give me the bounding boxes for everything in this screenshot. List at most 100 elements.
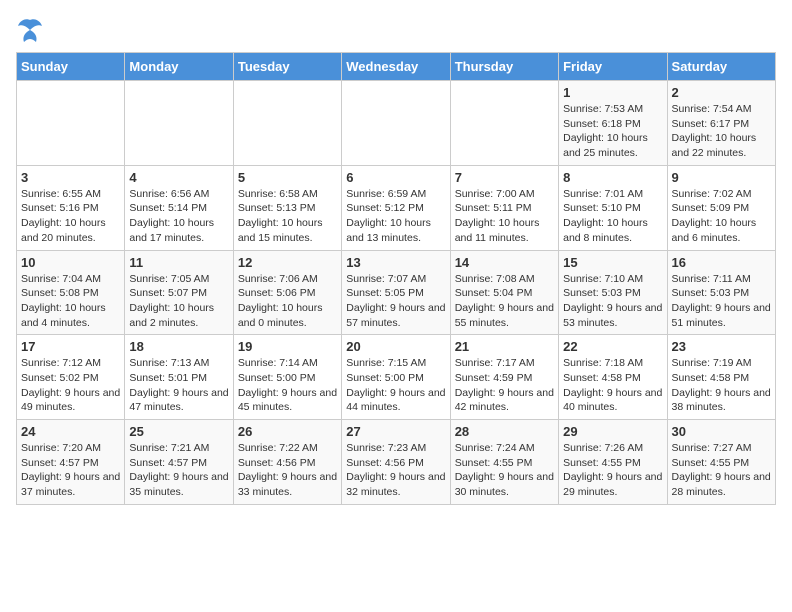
calendar-cell: 3Sunrise: 6:55 AM Sunset: 5:16 PM Daylig… <box>17 165 125 250</box>
day-info: Sunrise: 7:00 AM Sunset: 5:11 PM Dayligh… <box>455 187 554 246</box>
day-info: Sunrise: 7:10 AM Sunset: 5:03 PM Dayligh… <box>563 272 662 331</box>
calendar-cell <box>450 81 558 166</box>
day-number: 2 <box>672 85 771 100</box>
day-number: 6 <box>346 170 445 185</box>
weekday-header-row: SundayMondayTuesdayWednesdayThursdayFrid… <box>17 53 776 81</box>
day-info: Sunrise: 6:58 AM Sunset: 5:13 PM Dayligh… <box>238 187 337 246</box>
day-number: 8 <box>563 170 662 185</box>
day-number: 10 <box>21 255 120 270</box>
logo-icon <box>16 16 44 44</box>
calendar-week-1: 1Sunrise: 7:53 AM Sunset: 6:18 PM Daylig… <box>17 81 776 166</box>
day-number: 29 <box>563 424 662 439</box>
calendar-cell: 7 Sunrise: 7:00 AM Sunset: 5:11 PM Daylig… <box>450 165 558 250</box>
calendar-cell: 28 Sunrise: 7:24 AM Sunset: 4:55 PM Dayli… <box>450 420 558 505</box>
calendar-cell: 23 Sunrise: 7:19 AM Sunset: 4:58 PM Dayli… <box>667 335 775 420</box>
day-info: Sunrise: 7:20 AM Sunset: 4:57 PM Dayligh… <box>21 441 120 500</box>
calendar-week-3: 10 Sunrise: 7:04 AM Sunset: 5:08 PM Dayli… <box>17 250 776 335</box>
day-info: Sunrise: 7:11 AM Sunset: 5:03 PM Dayligh… <box>672 272 771 331</box>
calendar-cell: 17 Sunrise: 7:12 AM Sunset: 5:02 PM Dayli… <box>17 335 125 420</box>
day-info: Sunrise: 7:07 AM Sunset: 5:05 PM Dayligh… <box>346 272 445 331</box>
weekday-header-wednesday: Wednesday <box>342 53 450 81</box>
calendar-cell: 5 Sunrise: 6:58 AM Sunset: 5:13 PM Daylig… <box>233 165 341 250</box>
day-number: 23 <box>672 339 771 354</box>
calendar-cell <box>233 81 341 166</box>
day-number: 30 <box>672 424 771 439</box>
day-info: Sunrise: 7:14 AM Sunset: 5:00 PM Dayligh… <box>238 356 337 415</box>
calendar-week-5: 24 Sunrise: 7:20 AM Sunset: 4:57 PM Dayli… <box>17 420 776 505</box>
day-info: Sunrise: 7:02 AM Sunset: 5:09 PM Dayligh… <box>672 187 771 246</box>
calendar-cell: 4 Sunrise: 6:56 AM Sunset: 5:14 PM Daylig… <box>125 165 233 250</box>
calendar-cell: 14 Sunrise: 7:08 AM Sunset: 5:04 PM Dayli… <box>450 250 558 335</box>
calendar-cell: 10 Sunrise: 7:04 AM Sunset: 5:08 PM Dayli… <box>17 250 125 335</box>
page-header <box>16 16 776 44</box>
day-number: 27 <box>346 424 445 439</box>
calendar-cell: 22 Sunrise: 7:18 AM Sunset: 4:58 PM Dayli… <box>559 335 667 420</box>
day-info: Sunrise: 7:54 AM Sunset: 6:17 PM Dayligh… <box>672 102 771 161</box>
weekday-header-sunday: Sunday <box>17 53 125 81</box>
calendar-cell: 2 Sunrise: 7:54 AM Sunset: 6:17 PM Daylig… <box>667 81 775 166</box>
calendar-cell: 15Sunrise: 7:10 AM Sunset: 5:03 PM Dayli… <box>559 250 667 335</box>
day-number: 24 <box>21 424 120 439</box>
day-number: 18 <box>129 339 228 354</box>
day-number: 25 <box>129 424 228 439</box>
calendar-cell: 11 Sunrise: 7:05 AM Sunset: 5:07 PM Dayli… <box>125 250 233 335</box>
day-info: Sunrise: 7:13 AM Sunset: 5:01 PM Dayligh… <box>129 356 228 415</box>
day-info: Sunrise: 7:15 AM Sunset: 5:00 PM Dayligh… <box>346 356 445 415</box>
day-number: 4 <box>129 170 228 185</box>
day-number: 28 <box>455 424 554 439</box>
calendar-cell: 9 Sunrise: 7:02 AM Sunset: 5:09 PM Daylig… <box>667 165 775 250</box>
day-number: 22 <box>563 339 662 354</box>
weekday-header-friday: Friday <box>559 53 667 81</box>
calendar-cell: 27 Sunrise: 7:23 AM Sunset: 4:56 PM Dayli… <box>342 420 450 505</box>
day-number: 16 <box>672 255 771 270</box>
calendar-week-4: 17 Sunrise: 7:12 AM Sunset: 5:02 PM Dayli… <box>17 335 776 420</box>
day-info: Sunrise: 7:23 AM Sunset: 4:56 PM Dayligh… <box>346 441 445 500</box>
day-number: 12 <box>238 255 337 270</box>
weekday-header-monday: Monday <box>125 53 233 81</box>
day-number: 11 <box>129 255 228 270</box>
calendar-cell: 29 Sunrise: 7:26 AM Sunset: 4:55 PM Dayli… <box>559 420 667 505</box>
calendar-cell: 1Sunrise: 7:53 AM Sunset: 6:18 PM Daylig… <box>559 81 667 166</box>
day-info: Sunrise: 7:27 AM Sunset: 4:55 PM Dayligh… <box>672 441 771 500</box>
calendar-cell: 20 Sunrise: 7:15 AM Sunset: 5:00 PM Dayli… <box>342 335 450 420</box>
day-info: Sunrise: 7:08 AM Sunset: 5:04 PM Dayligh… <box>455 272 554 331</box>
calendar-cell: 26 Sunrise: 7:22 AM Sunset: 4:56 PM Dayli… <box>233 420 341 505</box>
day-info: Sunrise: 7:12 AM Sunset: 5:02 PM Dayligh… <box>21 356 120 415</box>
day-number: 13 <box>346 255 445 270</box>
day-number: 9 <box>672 170 771 185</box>
calendar-cell: 30 Sunrise: 7:27 AM Sunset: 4:55 PM Dayli… <box>667 420 775 505</box>
calendar-week-2: 3Sunrise: 6:55 AM Sunset: 5:16 PM Daylig… <box>17 165 776 250</box>
day-info: Sunrise: 7:19 AM Sunset: 4:58 PM Dayligh… <box>672 356 771 415</box>
calendar-cell: 18 Sunrise: 7:13 AM Sunset: 5:01 PM Dayli… <box>125 335 233 420</box>
day-info: Sunrise: 7:24 AM Sunset: 4:55 PM Dayligh… <box>455 441 554 500</box>
day-info: Sunrise: 7:53 AM Sunset: 6:18 PM Dayligh… <box>563 102 662 161</box>
calendar-cell: 16 Sunrise: 7:11 AM Sunset: 5:03 PM Dayli… <box>667 250 775 335</box>
calendar-table: SundayMondayTuesdayWednesdayThursdayFrid… <box>16 52 776 505</box>
day-number: 20 <box>346 339 445 354</box>
day-info: Sunrise: 7:01 AM Sunset: 5:10 PM Dayligh… <box>563 187 662 246</box>
calendar-cell: 8 Sunrise: 7:01 AM Sunset: 5:10 PM Daylig… <box>559 165 667 250</box>
calendar-cell <box>342 81 450 166</box>
calendar-cell: 21Sunrise: 7:17 AM Sunset: 4:59 PM Dayli… <box>450 335 558 420</box>
day-number: 17 <box>21 339 120 354</box>
day-number: 5 <box>238 170 337 185</box>
calendar-cell: 24 Sunrise: 7:20 AM Sunset: 4:57 PM Dayli… <box>17 420 125 505</box>
calendar-cell <box>17 81 125 166</box>
day-number: 26 <box>238 424 337 439</box>
day-info: Sunrise: 7:06 AM Sunset: 5:06 PM Dayligh… <box>238 272 337 331</box>
day-info: Sunrise: 6:56 AM Sunset: 5:14 PM Dayligh… <box>129 187 228 246</box>
day-info: Sunrise: 7:17 AM Sunset: 4:59 PM Dayligh… <box>455 356 554 415</box>
day-info: Sunrise: 7:18 AM Sunset: 4:58 PM Dayligh… <box>563 356 662 415</box>
day-number: 14 <box>455 255 554 270</box>
day-info: Sunrise: 7:26 AM Sunset: 4:55 PM Dayligh… <box>563 441 662 500</box>
weekday-header-tuesday: Tuesday <box>233 53 341 81</box>
day-info: Sunrise: 7:05 AM Sunset: 5:07 PM Dayligh… <box>129 272 228 331</box>
day-info: Sunrise: 6:55 AM Sunset: 5:16 PM Dayligh… <box>21 187 120 246</box>
day-info: Sunrise: 7:22 AM Sunset: 4:56 PM Dayligh… <box>238 441 337 500</box>
day-info: Sunrise: 7:04 AM Sunset: 5:08 PM Dayligh… <box>21 272 120 331</box>
day-number: 7 <box>455 170 554 185</box>
weekday-header-thursday: Thursday <box>450 53 558 81</box>
day-number: 19 <box>238 339 337 354</box>
logo <box>16 16 48 44</box>
calendar-cell: 25Sunrise: 7:21 AM Sunset: 4:57 PM Dayli… <box>125 420 233 505</box>
